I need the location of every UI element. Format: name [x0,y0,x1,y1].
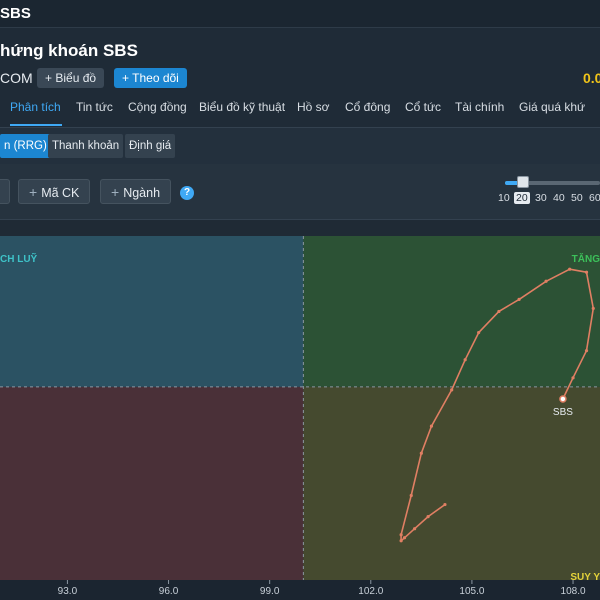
follow-button[interactable]: + Theo dõi [114,68,187,88]
period-option-30[interactable]: 30 [535,192,547,204]
top-bar: SBS [0,0,600,28]
series-point [571,376,575,380]
tab-dividends[interactable]: Cổ tức [405,100,441,114]
series-point [413,527,417,531]
series-point [544,279,548,283]
price-value: 0.0 [583,70,600,86]
stock-header: hứng khoán SBS COM + Biểu đồ + Theo dõi … [0,28,600,128]
chart-button-label: Biểu đồ [55,71,97,85]
period-option-40[interactable]: 40 [553,192,565,204]
tab-analysis[interactable]: Phân tích [10,100,61,114]
plus-icon: + [29,184,38,200]
series-point [591,306,595,311]
toolbar-partial-button[interactable] [0,179,10,204]
rrg-chart-svg: CH LUỸ TĂNGSUY Y93.0 96.0 99.0 102.0 105.0 108… [0,236,600,600]
period-option-20[interactable]: 20 [514,192,530,204]
quadrant-top-right [303,236,600,387]
series-point [399,533,403,537]
series-point [399,539,403,543]
period-option-50[interactable]: 50 [571,192,583,204]
help-icon[interactable]: ? [180,186,194,200]
main-tabs: Phân tích Tin tức Cộng đồng Biểu đồ kỹ t… [0,98,600,128]
x-tick-label: 102.0 [358,586,383,597]
series-point [429,424,434,428]
tab-profile[interactable]: Hồ sơ [297,100,330,114]
series-point [517,297,521,301]
add-symbol-label: Mã CK [41,186,80,200]
subtab-liquidity[interactable]: Thanh khoản [48,134,124,158]
plus-icon: + [111,184,120,200]
quadrant-bottom-left [0,386,304,580]
period-slider-handle[interactable] [517,176,529,188]
series-point [463,358,467,362]
quadrant-label-top-left: CH LUỸ [0,252,38,265]
series-point [497,309,501,314]
series-point [419,451,423,455]
x-tick-label: 108.0 [561,586,586,597]
series-point [568,267,572,271]
x-tick-label: 93.0 [58,586,78,597]
tab-shareholders[interactable]: Cổ đông [345,100,390,114]
series-point [450,388,454,392]
x-tick-label: 105.0 [459,586,484,597]
series-point [409,493,413,498]
series-endpoint [559,395,567,403]
add-industry-button[interactable]: + Ngành [100,179,172,204]
symbol-label: SBS [0,5,31,22]
plus-icon: + [45,71,53,85]
x-tick-label: 96.0 [159,586,179,597]
series-point [402,536,407,540]
tab-community[interactable]: Cộng đồng [128,100,187,114]
page-title: hứng khoán SBS [0,41,138,60]
series-point [426,515,430,519]
tab-news[interactable]: Tin tức [76,100,113,114]
series-point [443,502,447,507]
quadrant-label-top-right: TĂNG [572,252,600,265]
rrg-chart: CH LUỸ TĂNG SUY Y 93.0 96.0 99.0 102.0 105.0 108… [0,220,600,600]
plus-icon: + [122,71,130,85]
rrg-toolbar: + Mã CK + Ngành ? [0,164,600,220]
series-label: SBS [553,407,573,418]
period-option-10[interactable]: 10 [498,192,510,204]
x-tick-label: 99.0 [260,586,280,597]
add-industry-label: Ngành [123,186,161,200]
x-axis-band [0,580,600,600]
active-tab-indicator [10,124,62,126]
chart-button[interactable]: + Biểu đồ [37,68,105,88]
series-point [584,349,589,353]
quadrant-top-left [0,236,304,387]
series-point [584,270,589,274]
add-symbol-button[interactable]: + Mã CK [18,179,91,204]
tab-price-history[interactable]: Giá quá khứ [519,100,585,114]
tab-financials[interactable]: Tài chính [455,100,504,114]
subtab-valuation[interactable]: Định giá [125,134,176,158]
exchange-label: COM [0,70,33,86]
follow-button-label: Theo dõi [132,71,179,85]
tab-technical-chart[interactable]: Biểu đồ kỹ thuật [199,100,285,114]
period-option-60[interactable]: 60 [589,192,600,204]
series-point [477,330,481,335]
subtab-rrg[interactable]: n (RRG) [0,134,51,158]
